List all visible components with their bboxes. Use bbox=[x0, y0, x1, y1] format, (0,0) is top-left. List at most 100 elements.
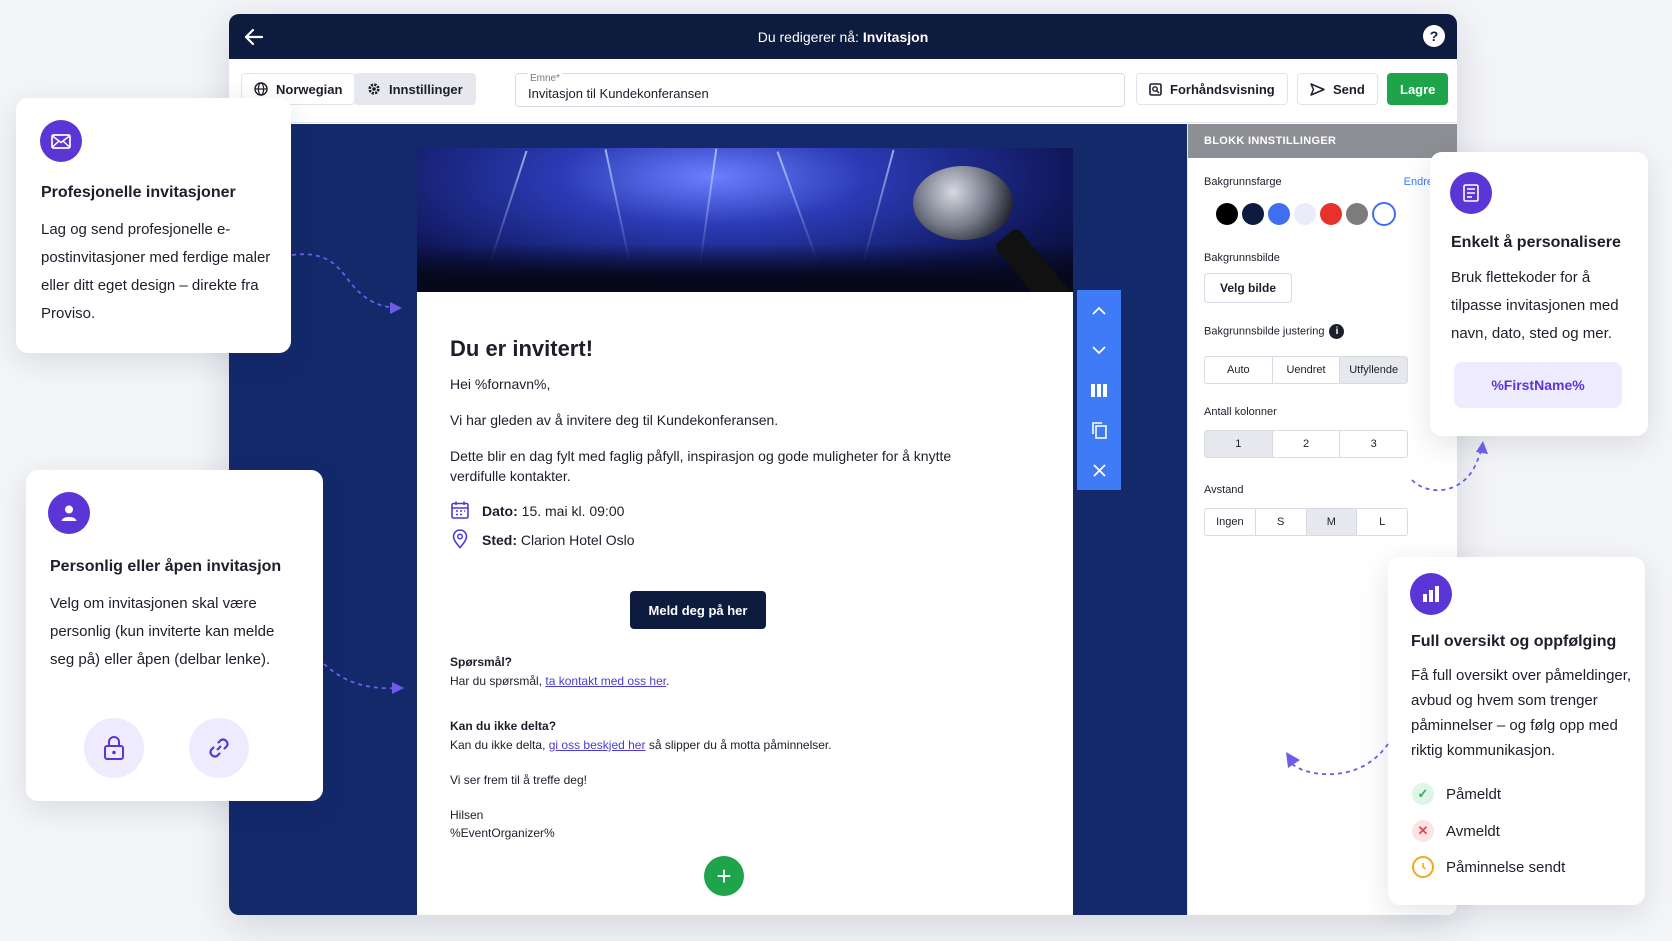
alignment-option-auto[interactable]: Auto bbox=[1205, 357, 1273, 383]
decline-link[interactable]: gi oss beskjed her bbox=[549, 738, 646, 752]
bg-color-label: Bakgrunnsfarge bbox=[1204, 176, 1282, 188]
swatch-red[interactable] bbox=[1320, 203, 1342, 225]
duplicate-icon[interactable] bbox=[1088, 419, 1110, 441]
spacing-option-s[interactable]: S bbox=[1256, 509, 1307, 535]
subject-value: Invitasjon til Kundekonferansen bbox=[528, 86, 709, 101]
send-button[interactable]: Send bbox=[1297, 73, 1378, 105]
lock-icon bbox=[84, 718, 144, 778]
email-title: Du er invitert! bbox=[450, 336, 594, 361]
swatch-lavender[interactable] bbox=[1294, 203, 1316, 225]
status-registered-label: Påmeldt bbox=[1446, 785, 1502, 803]
calendar-icon bbox=[451, 501, 469, 519]
questions-text-before: Har du spørsmål, bbox=[450, 674, 543, 688]
cross-icon: ✕ bbox=[1412, 820, 1434, 842]
hero-image bbox=[417, 148, 1073, 292]
status-reminder-label: Påminnelse sendt bbox=[1446, 858, 1566, 876]
arrow-decoration-3 bbox=[1411, 441, 1488, 492]
bg-image-label: Bakgrunnsbilde bbox=[1204, 252, 1280, 264]
swatch-gray[interactable] bbox=[1346, 203, 1368, 225]
location-pin-icon bbox=[452, 529, 468, 549]
decline-text-after: så slipper du å motta påminnelser. bbox=[648, 738, 832, 752]
columns-icon[interactable] bbox=[1088, 379, 1110, 401]
customize-card-text: Bruk flettekoder for å tilpasse invitasj… bbox=[1451, 269, 1619, 342]
swatch-black[interactable] bbox=[1216, 203, 1238, 225]
decline-heading: Kan du ikke delta? bbox=[450, 719, 557, 733]
document-name: Invitasjon bbox=[862, 28, 929, 45]
feature-card-invitations: Profesjonelle invitasjoner Lag og send p… bbox=[16, 98, 291, 353]
window-title-bar: Du redigerer nå: Invitasjon ? bbox=[229, 14, 1457, 59]
language-label: Norwegian bbox=[276, 81, 343, 97]
spacing-segmented: Ingen S M L bbox=[1204, 508, 1408, 536]
regards-text: Hilsen bbox=[450, 808, 484, 822]
swatch-white-selected[interactable] bbox=[1372, 202, 1396, 226]
add-block-button[interactable]: + bbox=[704, 856, 744, 896]
envelope-icon bbox=[40, 120, 82, 162]
delete-icon[interactable] bbox=[1088, 459, 1110, 481]
overview-card-text: Få full oversikt over påmeldinger, avbud… bbox=[1411, 667, 1632, 759]
spacing-option-l[interactable]: L bbox=[1357, 509, 1407, 535]
link-icon bbox=[189, 718, 249, 778]
email-canvas: Du er invitert! Hei %fornavn%, Vi har gl… bbox=[229, 124, 1187, 915]
organizer-text: %EventOrganizer% bbox=[450, 826, 555, 840]
editor-toolbar: Norwegian Innstillinger Emne* Invitasjon… bbox=[229, 59, 1457, 123]
status-unregistered: ✕ Avmeldt bbox=[1412, 820, 1500, 842]
arrow-decoration-1 bbox=[291, 253, 402, 314]
decline-text: Kan du ikke delta, gi oss beskjed her så… bbox=[450, 738, 832, 752]
alignment-option-unchanged[interactable]: Uendret bbox=[1273, 357, 1341, 383]
columns-option-2[interactable]: 2 bbox=[1273, 431, 1341, 457]
swatch-blue[interactable] bbox=[1268, 203, 1290, 225]
place-value: Clarion Hotel Oslo bbox=[520, 532, 635, 548]
alignment-segmented: Auto Uendret Utfyllende bbox=[1204, 356, 1408, 384]
info-icon[interactable]: i bbox=[1329, 324, 1345, 339]
columns-option-1[interactable]: 1 bbox=[1205, 431, 1273, 457]
settings-header: BLOKK INNSTILLINGER bbox=[1188, 124, 1457, 158]
customize-card-title: Enkelt å personalisere bbox=[1451, 234, 1621, 251]
status-registered: ✓ Påmeldt bbox=[1412, 783, 1501, 805]
preview-icon bbox=[1149, 82, 1162, 96]
columns-option-3[interactable]: 3 bbox=[1340, 431, 1407, 457]
date-value: 15. mai kl. 09:00 bbox=[521, 503, 625, 519]
overview-card-title: Full oversikt og oppfølging bbox=[1411, 633, 1617, 650]
stage: Du redigerer nå: Invitasjon ? Norwegian … bbox=[0, 0, 1672, 941]
spacing-option-m[interactable]: M bbox=[1306, 509, 1358, 535]
help-icon[interactable]: ? bbox=[1423, 25, 1445, 47]
spacing-label: Avstand bbox=[1204, 484, 1244, 496]
move-up-icon[interactable] bbox=[1088, 299, 1110, 321]
alignment-label-text: Bakgrunnsbilde justering bbox=[1204, 325, 1325, 338]
microphone-icon bbox=[913, 166, 1013, 240]
arrow-decoration-2 bbox=[323, 663, 404, 694]
questions-heading: Spørsmål? bbox=[450, 655, 513, 669]
decline-text-before: Kan du ikke delta, bbox=[450, 738, 546, 752]
choose-image-button[interactable]: Velg bilde bbox=[1204, 273, 1292, 303]
feature-card-customize: Enkelt å personalisere Bruk flettekoder … bbox=[1430, 152, 1648, 436]
status-reminder: Påminnelse sendt bbox=[1412, 856, 1565, 878]
back-arrow-icon[interactable] bbox=[241, 24, 267, 50]
columns-segmented: 1 2 3 bbox=[1204, 430, 1408, 458]
change-color-link[interactable]: Endre bbox=[1404, 176, 1433, 188]
alignment-option-fill[interactable]: Utfyllende bbox=[1340, 357, 1407, 383]
subject-field[interactable]: Emne* Invitasjon til Kundekonferansen bbox=[515, 73, 1125, 107]
spacing-option-none[interactable]: Ingen bbox=[1205, 509, 1256, 535]
save-button[interactable]: Lagre bbox=[1387, 73, 1449, 105]
bar-chart-icon bbox=[1410, 573, 1452, 615]
send-label: Send bbox=[1333, 81, 1365, 97]
columns-label: Antall kolonner bbox=[1204, 406, 1277, 418]
status-unregistered-label: Avmeldt bbox=[1446, 822, 1500, 840]
preview-button[interactable]: Forhåndsvisning bbox=[1136, 73, 1288, 105]
swatch-navy[interactable] bbox=[1242, 203, 1264, 225]
document-icon bbox=[1450, 172, 1492, 214]
send-icon bbox=[1310, 82, 1325, 96]
check-icon: ✓ bbox=[1412, 783, 1434, 805]
subject-field-label: Emne* bbox=[528, 73, 563, 84]
settings-button[interactable]: Innstillinger bbox=[354, 73, 476, 105]
contact-link[interactable]: ta kontakt med oss her bbox=[545, 674, 666, 688]
signup-button[interactable]: Meld deg på her bbox=[630, 591, 766, 629]
gear-icon bbox=[368, 83, 380, 95]
closing-text: Vi ser frem til å treffe deg! bbox=[450, 773, 587, 787]
move-down-icon[interactable] bbox=[1088, 339, 1110, 361]
date-label: Dato: bbox=[482, 503, 518, 519]
user-icon bbox=[48, 492, 90, 534]
arrow-decoration-4 bbox=[1286, 743, 1389, 776]
invitations-card-title: Profesjonelle invitasjoner bbox=[41, 184, 236, 201]
clock-icon bbox=[1412, 856, 1434, 878]
